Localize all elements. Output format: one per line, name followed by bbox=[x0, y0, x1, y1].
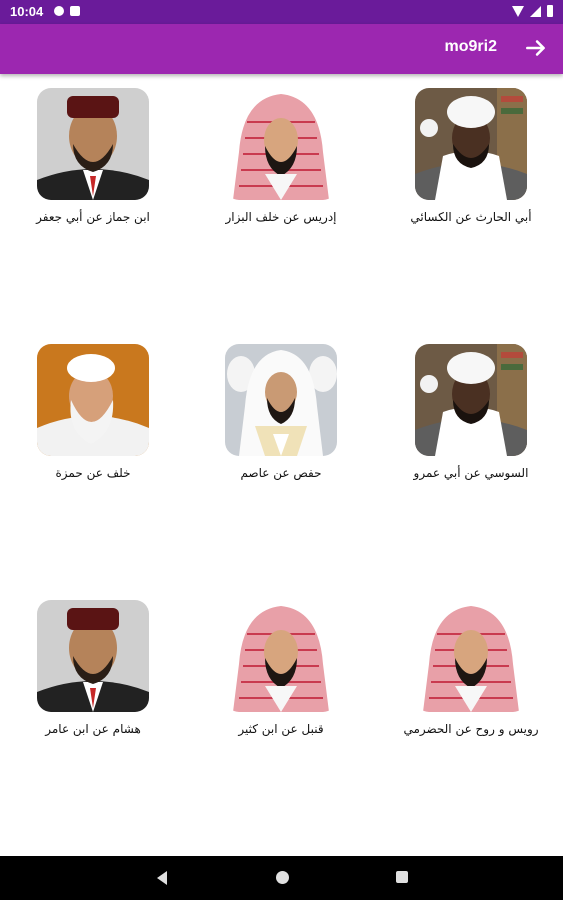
reciter-portrait bbox=[415, 344, 527, 456]
reciter-name: السوسي عن أبي عمرو bbox=[413, 466, 529, 480]
reciter-name: خلف عن حمزة bbox=[55, 466, 131, 480]
reciter-card[interactable]: السوسي عن أبي عمرو bbox=[386, 344, 556, 480]
status-time: 10:04 bbox=[10, 4, 44, 19]
sim-icon bbox=[70, 6, 80, 16]
reciter-portrait bbox=[37, 88, 149, 200]
signal-icon bbox=[530, 5, 541, 17]
app-title: mo9ri2 bbox=[444, 38, 497, 55]
reciter-portrait bbox=[37, 344, 149, 456]
reciter-portrait bbox=[225, 88, 337, 200]
reciter-card[interactable]: حفص عن عاصم bbox=[196, 344, 366, 480]
reciter-card[interactable]: هشام عن ابن عامر bbox=[8, 600, 178, 736]
reciter-name: أبي الحارث عن الكسائي bbox=[410, 210, 532, 224]
notification-icon bbox=[54, 6, 64, 16]
reciter-name: حفص عن عاصم bbox=[240, 466, 322, 480]
arrow-forward-icon[interactable] bbox=[523, 35, 549, 61]
navigation-bar bbox=[0, 856, 563, 900]
status-icons-left bbox=[54, 6, 80, 16]
reciter-card[interactable]: خلف عن حمزة bbox=[8, 344, 178, 480]
home-icon[interactable] bbox=[276, 871, 289, 884]
app-bar: mo9ri2 bbox=[0, 24, 563, 74]
reciter-name: رويس و روح عن الحضرمي bbox=[403, 722, 539, 736]
reciter-card[interactable]: قنبل عن ابن كثير bbox=[196, 600, 366, 736]
reciter-card[interactable]: رويس و روح عن الحضرمي bbox=[386, 600, 556, 736]
status-icons-right bbox=[512, 5, 553, 17]
battery-icon bbox=[547, 5, 553, 17]
back-icon[interactable] bbox=[157, 871, 167, 885]
recents-icon[interactable] bbox=[396, 871, 408, 883]
reciter-portrait bbox=[415, 88, 527, 200]
reciter-portrait bbox=[225, 600, 337, 712]
reciter-portrait bbox=[415, 600, 527, 712]
reciter-portrait bbox=[37, 600, 149, 712]
reciter-card[interactable]: ابن جماز عن أبي جعفر bbox=[8, 88, 178, 224]
wifi-icon bbox=[512, 5, 524, 17]
reciter-card[interactable]: إدريس عن خلف البزار bbox=[196, 88, 366, 224]
reciter-portrait bbox=[225, 344, 337, 456]
status-bar: 10:04 bbox=[0, 0, 563, 24]
reciter-grid: ابن جماز عن أبي جعفر إدريس عن خلف البزار bbox=[0, 74, 563, 856]
reciter-card[interactable]: أبي الحارث عن الكسائي bbox=[386, 88, 556, 224]
reciter-name: إدريس عن خلف البزار bbox=[225, 210, 337, 224]
reciter-name: ابن جماز عن أبي جعفر bbox=[36, 210, 150, 224]
reciter-name: قنبل عن ابن كثير bbox=[238, 722, 324, 736]
reciter-name: هشام عن ابن عامر bbox=[45, 722, 141, 736]
